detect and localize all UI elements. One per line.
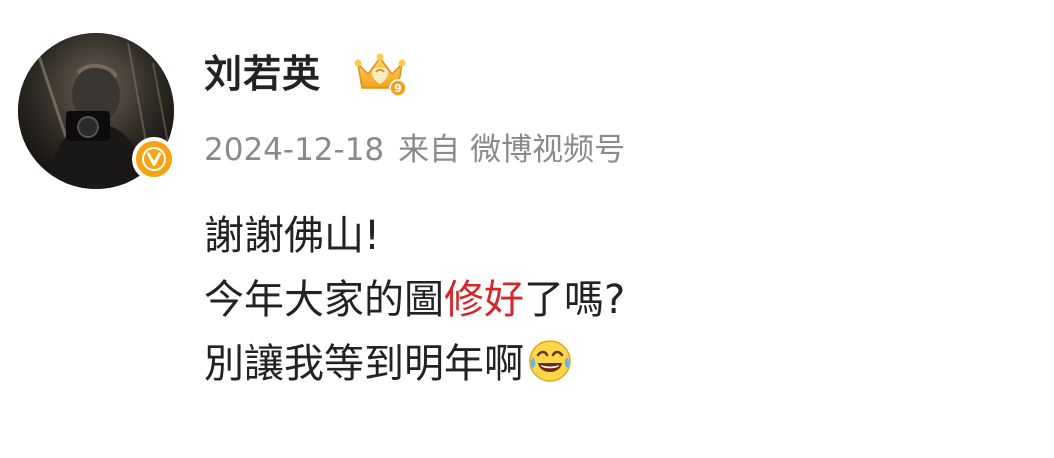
content-line-3-text: 別讓我等到明年啊 xyxy=(204,341,524,387)
username[interactable]: 刘若英 xyxy=(204,46,321,102)
source-prefix: 来自 xyxy=(398,132,461,168)
post-date[interactable]: 2024-12-18 xyxy=(204,132,384,168)
content-line-2-after: 了嗎? xyxy=(524,277,626,323)
source-name[interactable]: 微博视频号 xyxy=(470,132,625,168)
content-line-2-before: 今年大家的圖 xyxy=(204,277,444,323)
content-line-1: 謝謝佛山! xyxy=(204,213,381,259)
laugh-cry-emoji-icon xyxy=(528,338,572,382)
content-highlight: 修好 xyxy=(444,277,524,323)
weibo-post: 刘若英 9 2024-12-18 来自 微博视频号 謝謝佛山! 今年大家的圖修好了嗎… xyxy=(0,0,1054,458)
content-line-3: 別讓我等到明年啊 xyxy=(204,332,625,396)
crown-level-number: 9 xyxy=(394,82,402,95)
avatar-container[interactable] xyxy=(18,33,176,189)
post-meta: 2024-12-18 来自 微博视频号 xyxy=(204,128,625,172)
crown-level-icon[interactable]: 9 xyxy=(352,50,408,98)
verified-v-icon xyxy=(132,137,176,181)
post-content: 謝謝佛山! 今年大家的圖修好了嗎? 別讓我等到明年啊 xyxy=(204,204,625,396)
content-line-2: 今年大家的圖修好了嗎? xyxy=(204,268,625,332)
